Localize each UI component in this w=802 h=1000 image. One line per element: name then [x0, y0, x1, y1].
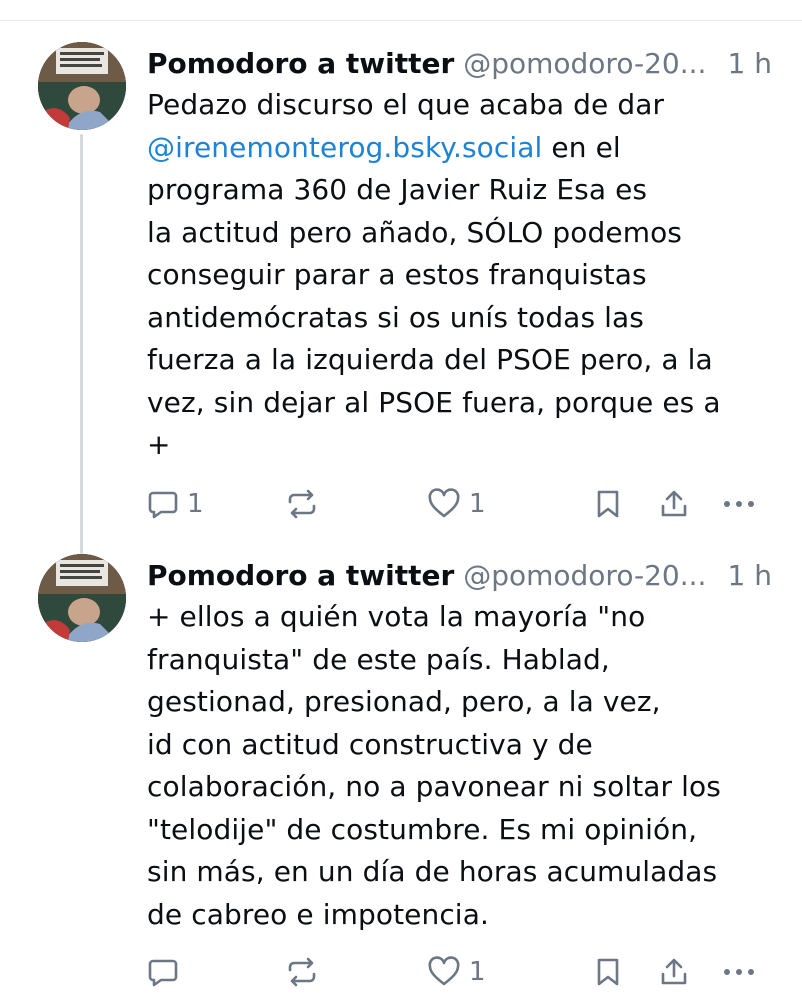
post-body-line: conseguir parar a estos franquistas — [147, 258, 647, 291]
post-actions: 1 — [147, 952, 772, 992]
repost-icon — [288, 957, 316, 987]
post-body-line: programa 360 de Javier Ruiz Esa es — [147, 173, 648, 206]
top-divider — [0, 20, 802, 21]
post-body-line: franquista" de este país. Hablad, — [147, 642, 610, 676]
post-body-line: de cabreo e impotencia. — [147, 897, 489, 931]
post-body-line: gestionad, presionad, pero, a la vez, — [147, 685, 661, 718]
bookmark-button[interactable] — [594, 484, 622, 524]
repost-button[interactable] — [285, 952, 319, 992]
post-body-line: sin más, en un día de horas acumuladas — [147, 855, 718, 888]
more-icon — [724, 969, 754, 975]
more-icon — [724, 501, 754, 507]
post-header: Pomodoro a twitter @pomodoro-20... 1 h — [147, 42, 772, 86]
like-button[interactable]: 1 — [427, 952, 486, 992]
more-button[interactable] — [721, 484, 757, 524]
post-body-line: + — [147, 428, 171, 461]
mention-link[interactable]: @irenemonterog.bsky.social — [147, 131, 542, 164]
post-time[interactable]: 1 h — [728, 554, 772, 598]
heart-icon — [428, 956, 460, 986]
post-body: + ellos a quién vota la mayoría "no fran… — [147, 596, 721, 936]
thread-connector-line — [80, 134, 83, 554]
share-button[interactable] — [658, 952, 690, 992]
like-count: 1 — [469, 489, 486, 519]
post-body-line: id con actitud constructiva y de — [147, 727, 593, 761]
bookmark-button[interactable] — [594, 952, 622, 992]
bookmark-icon — [597, 490, 619, 518]
post-body-line: @irenemonterog.bsky.social en el — [147, 130, 621, 164]
share-button[interactable] — [658, 484, 690, 524]
avatar[interactable] — [38, 42, 126, 130]
post-body-line: Pedazo discurso el que acaba de dar — [147, 88, 665, 121]
heart-icon — [428, 488, 460, 518]
post-actions: 1 1 — [147, 484, 772, 524]
post-body: Pedazo discurso el que acaba de dar @ire… — [147, 84, 721, 467]
bookmark-icon — [597, 958, 619, 986]
like-count: 1 — [469, 957, 486, 987]
reply-count: 1 — [187, 489, 204, 519]
author-name[interactable]: Pomodoro a twitter — [147, 559, 454, 592]
like-button[interactable]: 1 — [427, 484, 486, 524]
author-name[interactable]: Pomodoro a twitter — [147, 47, 454, 80]
reply-button[interactable]: 1 — [147, 484, 204, 524]
post-header: Pomodoro a twitter @pomodoro-20... 1 h — [147, 554, 772, 598]
author-handle[interactable]: @pomodoro-20... — [463, 47, 706, 80]
post-body-line: + ellos a quién vota la mayoría "no — [147, 600, 646, 633]
repost-button[interactable] — [285, 484, 319, 524]
share-icon — [661, 958, 687, 985]
share-icon — [661, 490, 687, 517]
author-handle[interactable]: @pomodoro-20... — [463, 559, 706, 592]
avatar[interactable] — [38, 554, 126, 642]
post-body-line: la actitud pero añado, SÓLO podemos — [147, 215, 682, 249]
post-body-line: vez, sin dejar al PSOE fuera, porque es … — [147, 385, 721, 419]
post-body-line: "telodije" de costumbre. Es mi opinión, — [147, 812, 698, 846]
post-body-line: fuerza a la izquierda del PSOE pero, a l… — [147, 343, 713, 376]
repost-icon — [288, 489, 316, 519]
reply-icon — [148, 491, 178, 519]
post-body-line: colaboración, no a pavonear ni soltar lo… — [147, 770, 721, 803]
post-time[interactable]: 1 h — [728, 42, 772, 86]
reply-button[interactable] — [147, 952, 187, 992]
post-body-line: antidemócratas si os unís todas las — [147, 300, 644, 334]
more-button[interactable] — [721, 952, 757, 992]
reply-icon — [148, 959, 178, 987]
